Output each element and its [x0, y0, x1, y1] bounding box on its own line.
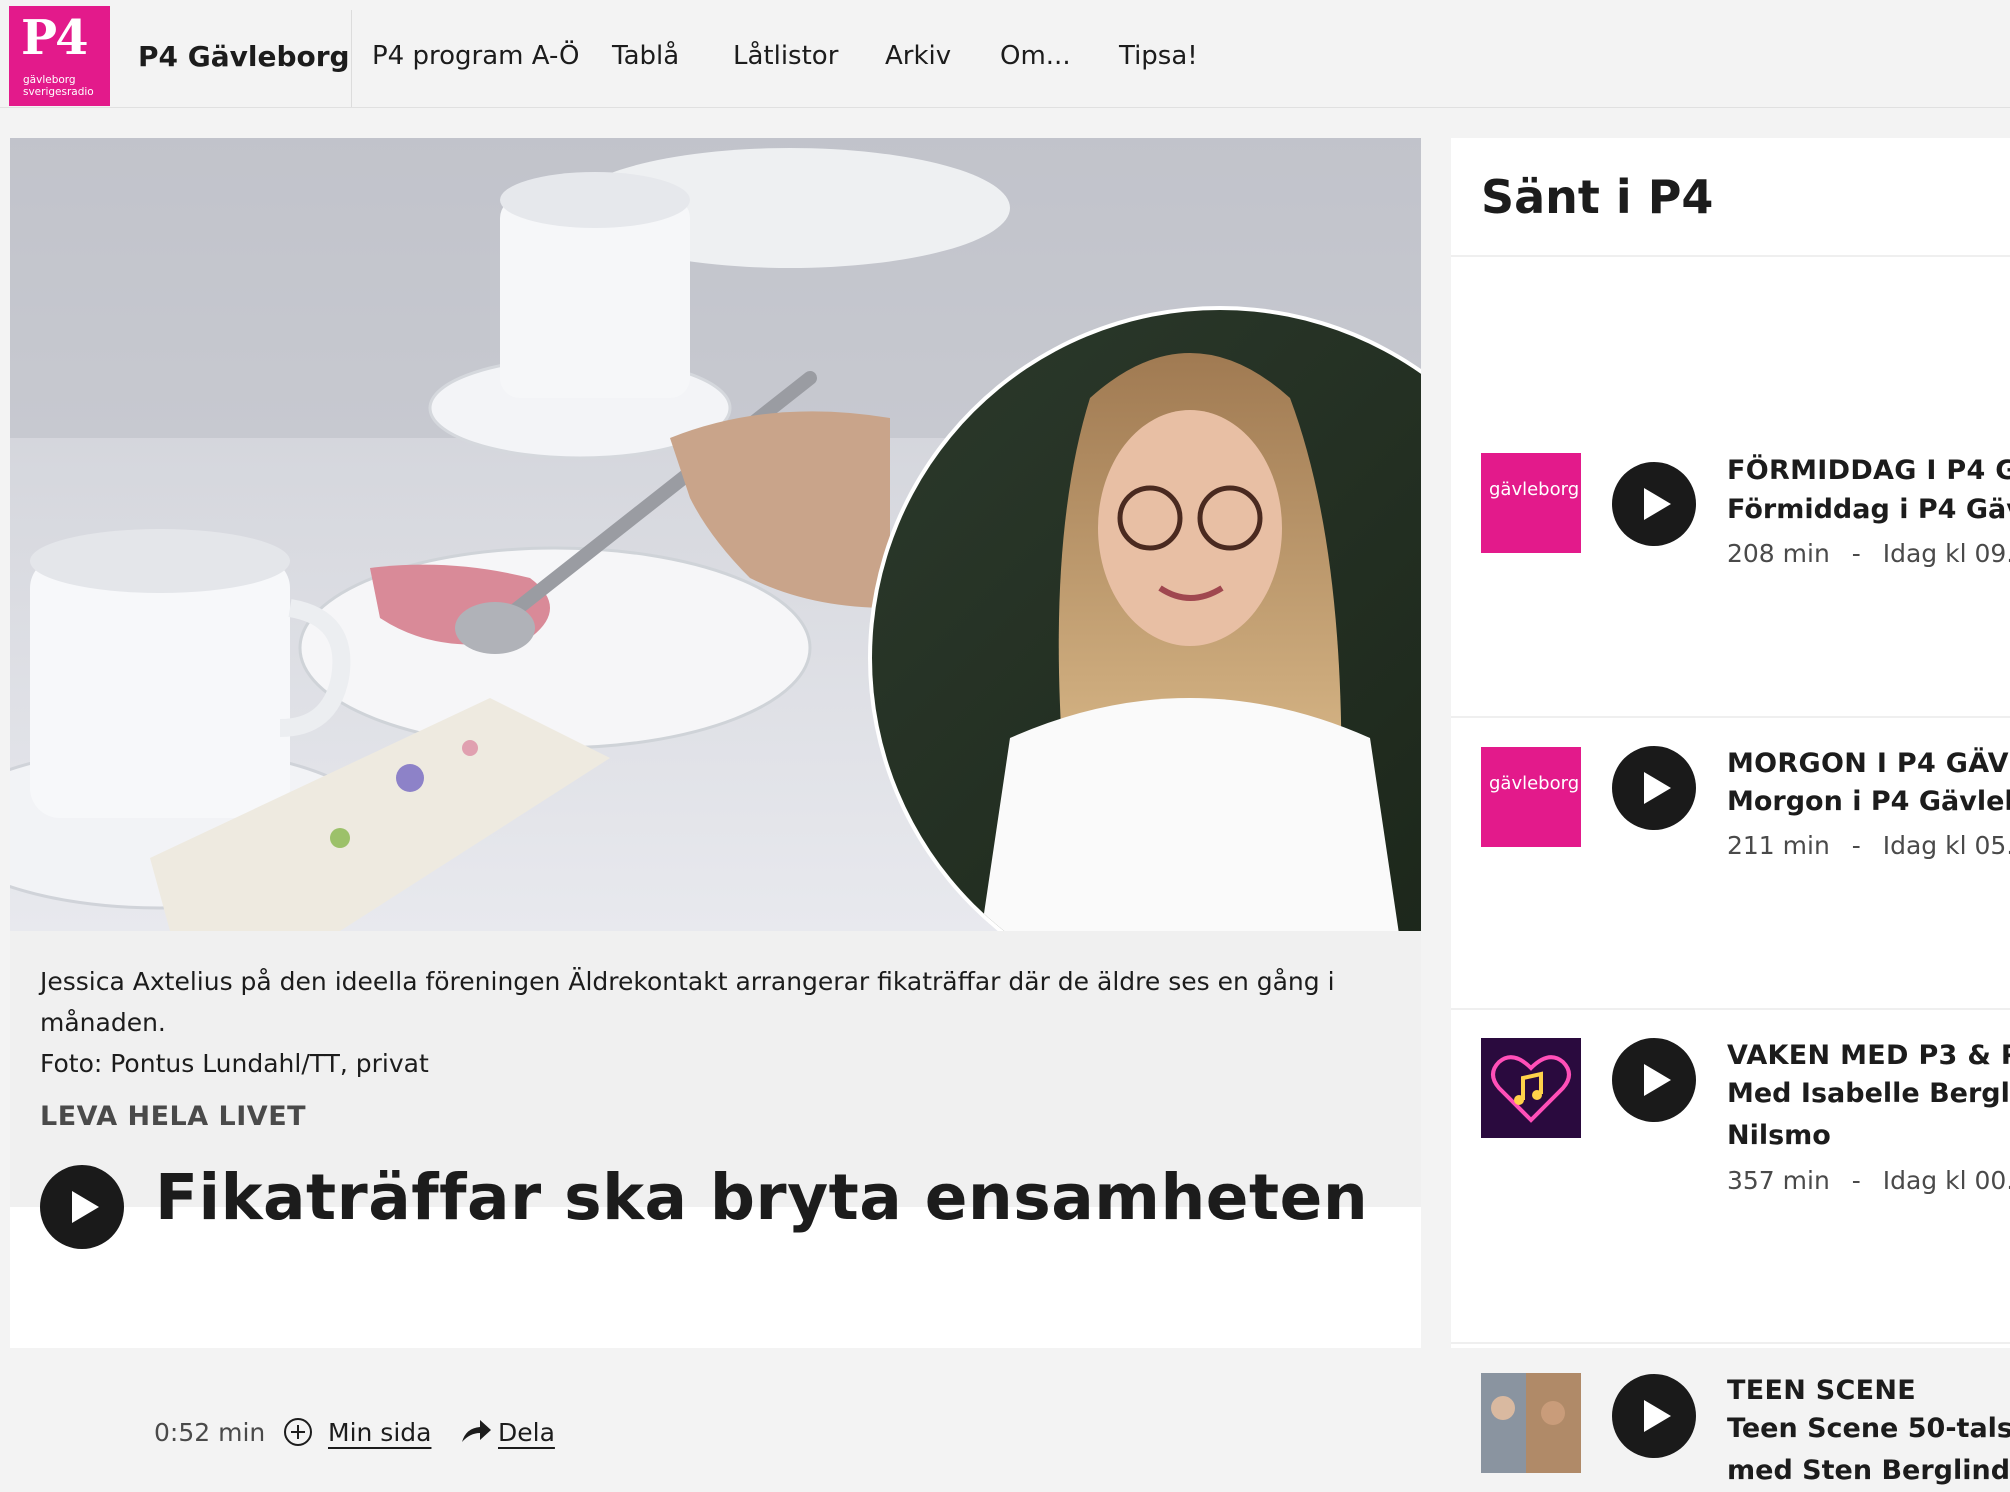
- play-icon: [1644, 488, 1671, 520]
- logo-text: P4: [21, 10, 88, 66]
- thumbnail-logo-text: gävleborg sverigesradio: [1489, 479, 1581, 500]
- episode-program-title[interactable]: FÖRMIDDAG I P4 GÄ: [1727, 455, 2010, 486]
- recently-aired-panel: Sänt i P4 gävleborg sverigesradio FÖRMID…: [1451, 138, 2010, 1486]
- article-play-button[interactable]: [40, 1165, 124, 1249]
- episode-time: Idag kl 05.59: [1882, 831, 2010, 860]
- episode-duration: 357 min: [1727, 1166, 1830, 1195]
- my-page-link[interactable]: Min sida: [328, 1418, 431, 1447]
- article-kicker[interactable]: LEVA HELA LIVET: [40, 1101, 306, 1132]
- hero-photo-illustration: [10, 138, 1421, 931]
- top-navigation: P4 gävleborg sverigesradio P4 Gävleborg …: [0, 0, 2010, 108]
- episode-time: Idag kl 00.02: [1882, 1166, 2010, 1195]
- play-icon: [1644, 1064, 1671, 1096]
- thumbnail-logo-text: gävleborg sverigesradio: [1489, 773, 1581, 794]
- panel-title: Sänt i P4: [1481, 170, 1714, 224]
- audio-duration: 0:52 min: [154, 1418, 266, 1447]
- panel-divider: [1451, 255, 2010, 257]
- meta-separator: -: [1851, 831, 1861, 860]
- nav-item-archive[interactable]: Arkiv: [885, 41, 951, 71]
- article-headline: Fikaträffar ska bryta ensamheten: [155, 1161, 1369, 1234]
- episode-divider: [1451, 716, 2010, 718]
- episode-title[interactable]: Teen Scene 50-talsroc: [1727, 1408, 2010, 1450]
- episode-meta: 208 min - Idag kl 09.32: [1727, 539, 2010, 568]
- episode-play-button[interactable]: [1612, 1038, 1696, 1122]
- episode-play-button[interactable]: [1612, 462, 1696, 546]
- hero-image: [10, 138, 1421, 931]
- article-card: Jessica Axtelius på den ideella förening…: [10, 138, 1421, 1447]
- episode-title-continued[interactable]: Nilsmo: [1727, 1115, 1831, 1157]
- episode-thumbnail: gävleborg sverigesradio: [1481, 747, 1581, 847]
- photo-collage-image: [1481, 1373, 1581, 1473]
- episode-program-title[interactable]: TEEN SCENE: [1727, 1375, 1916, 1406]
- add-circle-icon[interactable]: [284, 1418, 312, 1446]
- episode-title[interactable]: Förmiddag i P4 Gävle: [1727, 489, 2010, 531]
- play-icon: [1644, 772, 1671, 804]
- image-caption: Jessica Axtelius på den ideella förening…: [40, 961, 1410, 1084]
- episode-title[interactable]: Morgon i P4 Gävlebo: [1727, 781, 2010, 823]
- episode-thumbnail: gävleborg sverigesradio: [1481, 453, 1581, 553]
- nav-divider: [351, 10, 352, 107]
- p4-logo[interactable]: P4 gävleborg sverigesradio: [9, 6, 110, 106]
- episode-duration: 208 min: [1727, 539, 1830, 568]
- episode-play-button[interactable]: [1612, 1374, 1696, 1458]
- share-link[interactable]: Dela: [498, 1418, 555, 1447]
- play-icon: [72, 1191, 99, 1223]
- episode-duration: 211 min: [1727, 831, 1830, 860]
- nav-item-tips[interactable]: Tipsa!: [1119, 41, 1198, 71]
- caption-text: Jessica Axtelius på den ideella förening…: [40, 967, 1335, 1037]
- nav-item-about[interactable]: Om...: [1000, 41, 1071, 71]
- episode-divider: [1451, 1008, 2010, 1010]
- nav-item-programs[interactable]: P4 program A-Ö: [372, 41, 580, 71]
- logo-subtext: gävleborg sverigesradio: [23, 74, 94, 98]
- station-name-link[interactable]: P4 Gävleborg: [138, 40, 350, 73]
- episode-divider: [1451, 1342, 2010, 1344]
- nav-item-playlists[interactable]: Låtlistor: [733, 41, 838, 71]
- meta-separator: -: [1851, 539, 1861, 568]
- heart-music-icon: [1491, 1055, 1571, 1123]
- episode-meta: 357 min - Idag kl 00.02: [1727, 1166, 2010, 1195]
- episode-thumbnail: [1481, 1038, 1581, 1138]
- episode-program-title[interactable]: VAKEN MED P3 & P4: [1727, 1040, 2010, 1071]
- episode-title[interactable]: Med Isabelle Berglun: [1727, 1073, 2010, 1115]
- episode-title-continued[interactable]: med Sten Berglind: [1727, 1450, 2010, 1492]
- episode-program-title[interactable]: MORGON I P4 GÄVL: [1727, 748, 2010, 779]
- nav-item-schedule[interactable]: Tablå: [612, 41, 679, 71]
- play-icon: [1644, 1400, 1671, 1432]
- meta-separator: -: [1851, 1166, 1861, 1195]
- share-arrow-icon[interactable]: [460, 1418, 492, 1444]
- episode-meta: 211 min - Idag kl 05.59: [1727, 831, 2010, 860]
- photo-credit: Foto: Pontus Lundahl/TT, privat: [40, 1049, 429, 1078]
- episode-time: Idag kl 09.32: [1882, 539, 2010, 568]
- episode-thumbnail: [1481, 1373, 1581, 1473]
- episode-play-button[interactable]: [1612, 746, 1696, 830]
